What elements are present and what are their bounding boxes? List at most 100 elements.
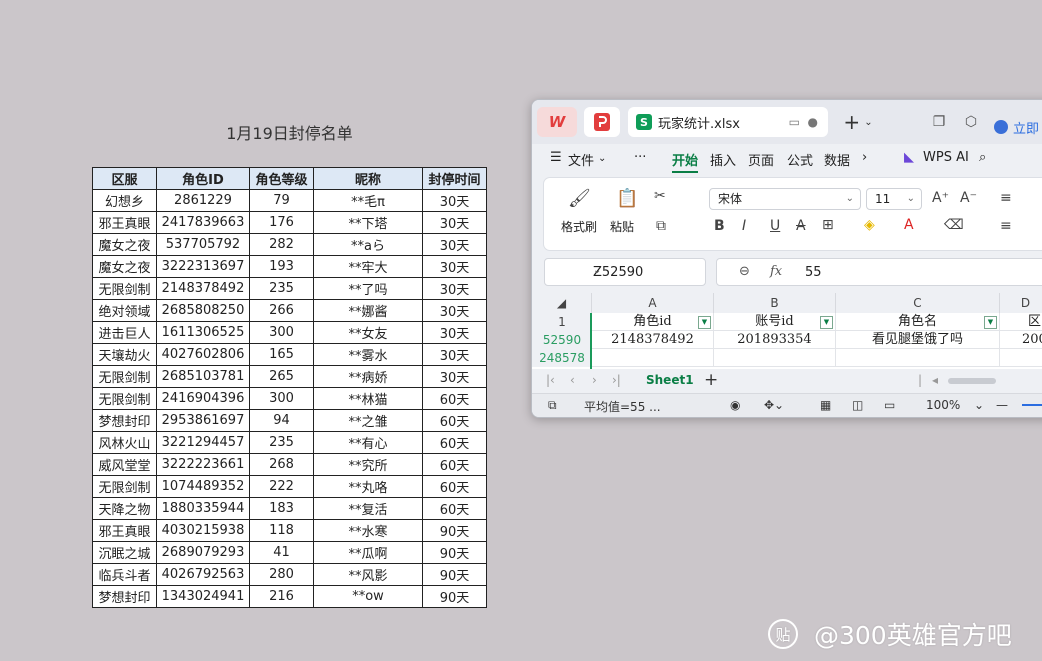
menu-page[interactable]: 页面 bbox=[748, 150, 774, 169]
row-header-52590[interactable]: 52590 bbox=[532, 331, 592, 349]
status-average[interactable]: 平均值=55 ... bbox=[584, 398, 661, 415]
chevron-down-icon: ⌄ bbox=[593, 265, 602, 276]
cell-b1[interactable]: 账号id ▼ bbox=[714, 313, 836, 331]
chevron-down-icon[interactable]: ⌄ bbox=[974, 398, 984, 412]
copy-icon[interactable]: ⧉ bbox=[656, 218, 666, 234]
underline-icon[interactable]: U bbox=[770, 218, 780, 234]
font-decrease-icon[interactable]: A⁻ bbox=[960, 190, 977, 206]
font-family-select[interactable]: 宋体 ⌄ bbox=[709, 188, 861, 210]
add-sheet-button[interactable]: + bbox=[704, 370, 718, 390]
column-header-a[interactable]: A bbox=[592, 293, 714, 313]
cell-c52590[interactable]: 看见腿堡饿了吗 bbox=[836, 331, 1000, 349]
zoom-level[interactable]: 100% bbox=[926, 398, 960, 412]
font-increase-icon[interactable]: A⁺ bbox=[932, 190, 949, 206]
ribbon: 🖌 格式刷 📋 粘贴 ✂ ⧉ 宋体 ⌄ 11 ⌄ A⁺ A⁻ B I U A ⊞ ◈… bbox=[544, 178, 1042, 250]
scroll-left-icon[interactable]: ◂ bbox=[932, 373, 938, 387]
menu-home[interactable]: 开始 bbox=[672, 150, 699, 173]
last-sheet-icon[interactable]: ›| bbox=[612, 373, 621, 387]
menu-file[interactable]: 文件 bbox=[568, 150, 594, 169]
pdf-app-icon[interactable] bbox=[584, 107, 620, 137]
menu-formula[interactable]: 公式 bbox=[787, 150, 813, 169]
name-box[interactable]: Z52590 ⌄ bbox=[544, 258, 706, 286]
layout-options-icon[interactable]: ✥⌄ bbox=[764, 398, 784, 412]
ban-table-row: 邪王真眼 2417839663 176 **下塔 30天 bbox=[92, 211, 487, 234]
prev-sheet-icon[interactable]: ‹ bbox=[570, 373, 575, 387]
cell-server: 无限剑制 bbox=[92, 475, 157, 498]
cell-level: 41 bbox=[249, 541, 314, 564]
align-left-icon[interactable]: ≡ bbox=[1000, 218, 1012, 234]
cell-d52590[interactable]: 200 bbox=[1000, 331, 1042, 349]
formula-input[interactable]: ⊖ fx 55 bbox=[716, 258, 1042, 286]
font-color-icon[interactable]: A bbox=[904, 217, 914, 233]
menu-insert[interactable]: 插入 bbox=[710, 150, 736, 169]
macro-icon[interactable]: ⧉ bbox=[548, 398, 557, 413]
eye-icon[interactable]: ◉ bbox=[730, 398, 740, 412]
cut-icon[interactable]: ✂ bbox=[654, 188, 666, 204]
cell-d248578[interactable] bbox=[1000, 349, 1042, 367]
cell-a52590[interactable]: 2148378492 bbox=[592, 331, 714, 349]
row-header-1[interactable]: 1 bbox=[532, 313, 592, 331]
cell-c1[interactable]: 角色名 ▼ bbox=[836, 313, 1000, 331]
more-icon[interactable]: ··· bbox=[634, 150, 646, 165]
cell-b52590[interactable]: 201893354 bbox=[714, 331, 836, 349]
cell-nickname: **aら bbox=[313, 233, 423, 256]
select-all-corner[interactable]: ◢ bbox=[532, 293, 592, 313]
page-layout-view-icon[interactable]: ◫ bbox=[852, 398, 863, 412]
border-icon[interactable]: ⊞ bbox=[822, 217, 834, 233]
zoom-out-icon[interactable]: — bbox=[996, 398, 1008, 412]
align-top-icon[interactable]: ≡ bbox=[1000, 190, 1012, 206]
row-header-248578[interactable]: 248578 bbox=[532, 349, 592, 367]
first-sheet-icon[interactable]: |‹ bbox=[546, 373, 555, 387]
window-restore-icon[interactable]: ❐ bbox=[930, 113, 948, 131]
cell-level: 265 bbox=[249, 365, 314, 388]
clear-format-icon[interactable]: ⌫ bbox=[944, 217, 964, 233]
column-header-c[interactable]: C bbox=[836, 293, 1000, 313]
column-header-b[interactable]: B bbox=[714, 293, 836, 313]
new-tab-button[interactable]: + ⌄ bbox=[838, 107, 878, 137]
paste-label[interactable]: 粘贴 bbox=[610, 218, 634, 235]
format-painter-icon[interactable]: 🖌 bbox=[568, 188, 591, 209]
search-icon[interactable]: ⌕ bbox=[979, 150, 986, 165]
fx-icon[interactable]: fx bbox=[770, 264, 782, 279]
format-painter-label[interactable]: 格式刷 bbox=[561, 218, 597, 235]
sheet-tab-sheet1[interactable]: Sheet1 bbox=[646, 373, 694, 387]
menu-data[interactable]: 数据 bbox=[824, 150, 850, 169]
cell-server: 魔女之夜 bbox=[92, 233, 157, 256]
paste-icon[interactable]: 📋 bbox=[616, 188, 638, 209]
login-button[interactable]: 立即 bbox=[994, 112, 1039, 142]
cube-icon[interactable]: ⬡ bbox=[962, 113, 980, 131]
filter-dropdown-icon[interactable]: ▼ bbox=[820, 316, 833, 329]
zoom-slider[interactable] bbox=[1022, 404, 1042, 406]
cell-b248578[interactable] bbox=[714, 349, 836, 367]
chevron-down-icon[interactable]: ⌄ bbox=[598, 153, 606, 164]
scroll-divider-icon[interactable]: | bbox=[918, 373, 922, 387]
ban-table-row: 绝对领域 2685808250 266 **娜酱 30天 bbox=[92, 299, 487, 322]
hamburger-icon[interactable]: ☰ bbox=[550, 150, 562, 165]
ban-table-row: 无限剑制 2148378492 235 **了吗 30天 bbox=[92, 277, 487, 300]
ban-table-row: 魔女之夜 3222313697 193 **牢大 30天 bbox=[92, 255, 487, 278]
cell-nickname: **下塔 bbox=[313, 211, 423, 234]
horizontal-scrollbar[interactable] bbox=[948, 378, 996, 384]
page-break-view-icon[interactable]: ▭ bbox=[884, 398, 895, 412]
italic-icon[interactable]: I bbox=[742, 218, 746, 234]
filter-dropdown-icon[interactable]: ▼ bbox=[698, 316, 711, 329]
document-tab[interactable]: S 玩家统计.xlsx ▭ ● bbox=[628, 107, 828, 137]
chevron-right-icon[interactable]: › bbox=[862, 150, 867, 165]
bold-icon[interactable]: B bbox=[714, 218, 725, 234]
ban-table-row: 梦想封印 1343024941 216 **ow 90天 bbox=[92, 585, 487, 608]
menu-wps-ai[interactable]: WPS AI bbox=[923, 150, 969, 165]
column-header-d[interactable]: D bbox=[1000, 293, 1042, 313]
next-sheet-icon[interactable]: › bbox=[592, 373, 597, 387]
ban-table-row: 风林火山 3221294457 235 **有心 60天 bbox=[92, 431, 487, 454]
wps-logo-icon[interactable]: W bbox=[537, 107, 577, 137]
strikethrough-icon[interactable]: A bbox=[796, 218, 806, 234]
cell-d1[interactable]: 区 bbox=[1000, 313, 1042, 331]
filter-dropdown-icon[interactable]: ▼ bbox=[984, 316, 997, 329]
cell-a1[interactable]: 角色id ▼ bbox=[592, 313, 714, 331]
fill-color-icon[interactable]: ◈ bbox=[864, 217, 875, 233]
font-size-select[interactable]: 11 ⌄ bbox=[866, 188, 922, 210]
normal-view-icon[interactable]: ▦ bbox=[820, 398, 831, 412]
cell-c248578[interactable] bbox=[836, 349, 1000, 367]
zoom-icon[interactable]: ⊖ bbox=[739, 264, 750, 279]
cell-a248578[interactable] bbox=[592, 349, 714, 367]
